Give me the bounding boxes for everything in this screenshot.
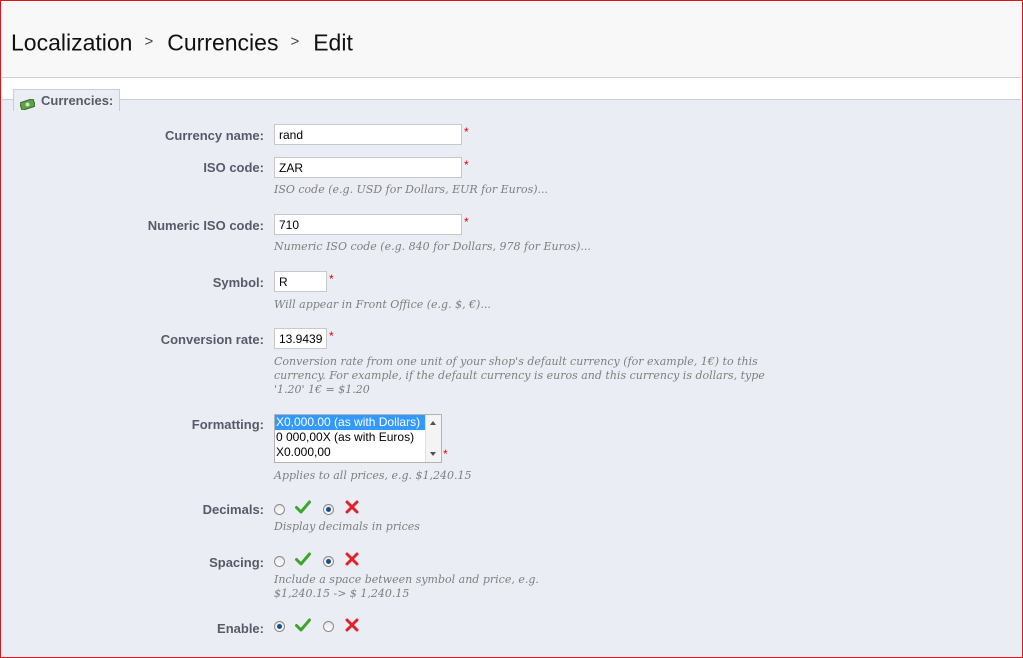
hint-line: Conversion rate from one unit of your sh…	[274, 355, 758, 368]
chevron-right-icon: >	[290, 33, 300, 51]
spacing-label: Spacing:	[209, 555, 264, 570]
iso-code-label: ISO code:	[203, 160, 264, 175]
cross-icon[interactable]	[345, 618, 359, 632]
enable-yes-radio[interactable]	[274, 621, 285, 632]
scroll-down-icon[interactable]	[430, 452, 436, 456]
symbol-hint: Will appear in Front Office (e.g. $, €).…	[274, 298, 491, 311]
required-marker: *	[329, 272, 334, 286]
conversion-rate-input[interactable]	[274, 328, 327, 349]
fieldset-title: Currencies:	[41, 93, 114, 108]
decimals-yes-radio[interactable]	[274, 504, 285, 515]
required-marker: *	[464, 215, 469, 229]
window-frame: Localization > Currencies > Edit Currencies:…	[0, 0, 1023, 658]
required-marker: *	[464, 158, 469, 172]
cross-icon[interactable]	[345, 552, 359, 566]
check-icon[interactable]	[295, 552, 311, 566]
iso-code-hint: ISO code (e.g. USD for Dollars, EUR for …	[274, 183, 549, 196]
hint-line: $1,240.15 -> $ 1,240.15	[274, 587, 410, 600]
formatting-label: Formatting:	[191, 417, 264, 432]
formatting-listbox[interactable]: X0,000.00 (as with Dollars) 0 000,00X (a…	[274, 414, 442, 463]
check-icon[interactable]	[295, 500, 311, 514]
breadcrumb-currencies[interactable]: Currencies	[167, 29, 278, 55]
conversion-rate-label: Conversion rate:	[160, 332, 264, 347]
required-marker: *	[443, 447, 448, 461]
symbol-label: Symbol:	[212, 275, 264, 290]
required-marker: *	[329, 329, 334, 343]
symbol-input[interactable]	[274, 271, 327, 292]
numeric-iso-hint: Numeric ISO code (e.g. 840 for Dollars, …	[274, 240, 591, 253]
formatting-hint: Applies to all prices, e.g. $1,240.15	[274, 469, 472, 482]
breadcrumb-localization[interactable]: Localization	[11, 29, 132, 55]
spacing-yes-radio[interactable]	[274, 556, 285, 567]
decimals-label: Decimals:	[202, 502, 264, 517]
decimals-no-radio[interactable]	[323, 504, 334, 515]
spacing-hint: Include a space between symbol and price…	[274, 573, 539, 601]
required-marker: *	[464, 125, 469, 139]
page-header: Localization > Currencies > Edit	[2, 2, 1021, 78]
currency-name-label: Currency name:	[165, 128, 264, 143]
hint-line: currency. For example, if the default cu…	[274, 369, 765, 382]
formatting-option[interactable]: X0,000.00 (as with Dollars)	[275, 415, 426, 430]
formatting-option[interactable]: 0 000,00X (as with Euros)	[275, 430, 426, 445]
cross-icon[interactable]	[345, 500, 359, 514]
decimals-hint: Display decimals in prices	[274, 520, 420, 533]
hint-line: '1.20' 1€ = $1.20	[274, 383, 370, 396]
breadcrumb-edit: Edit	[313, 29, 353, 56]
fieldset-legend: Currencies:	[13, 89, 121, 111]
listbox-scrollbar[interactable]	[425, 415, 441, 462]
breadcrumb: Localization > Currencies > Edit	[11, 28, 353, 56]
formatting-option[interactable]: X0.000,00	[275, 445, 426, 460]
chevron-right-icon: >	[144, 33, 154, 51]
scroll-up-icon[interactable]	[430, 421, 436, 425]
conversion-rate-hint: Conversion rate from one unit of your sh…	[274, 355, 765, 397]
check-icon[interactable]	[295, 618, 311, 632]
enable-no-radio[interactable]	[323, 621, 334, 632]
numeric-iso-label: Numeric ISO code:	[147, 218, 264, 233]
money-icon	[19, 95, 36, 111]
currency-name-input[interactable]	[274, 124, 462, 145]
spacing-no-radio[interactable]	[323, 556, 334, 567]
iso-code-input[interactable]	[274, 157, 462, 178]
numeric-iso-input[interactable]	[274, 214, 462, 235]
enable-label: Enable:	[217, 621, 264, 636]
hint-line: Include a space between symbol and price…	[274, 573, 539, 586]
